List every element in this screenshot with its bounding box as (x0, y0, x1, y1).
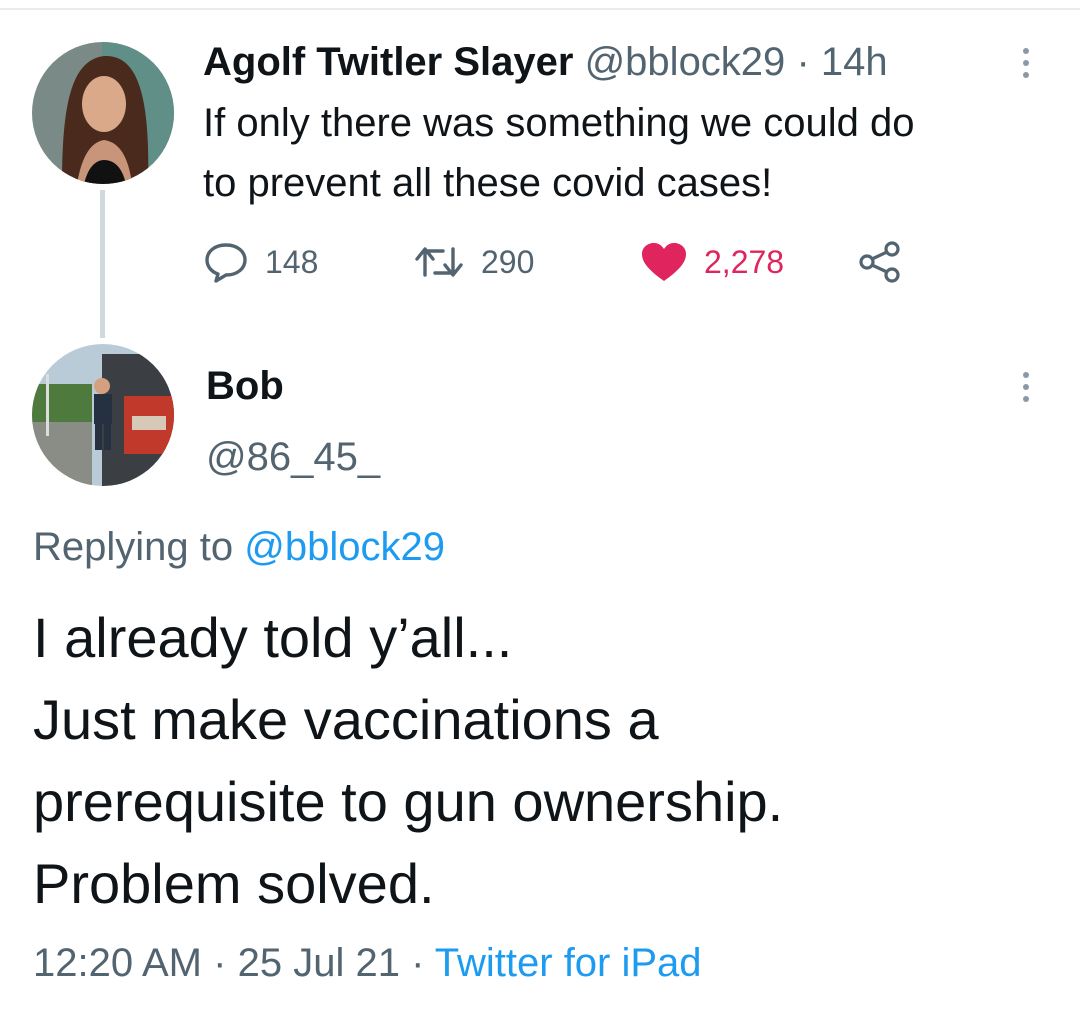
reply-tweet-line: Problem solved. (33, 852, 435, 915)
retweet-button[interactable]: 290 (413, 238, 534, 286)
heart-icon (642, 243, 686, 281)
footer-separator: · (213, 941, 227, 985)
parent-author-avatar[interactable] (32, 42, 174, 184)
retweet-icon (415, 247, 463, 277)
share-icon (859, 241, 900, 283)
reply-author-handle[interactable]: @86_45_ (206, 433, 380, 481)
reply-button[interactable]: 148 (203, 238, 318, 286)
reply-icon (205, 243, 247, 283)
parent-tweet-actions: 148 290 2,278 (203, 238, 943, 286)
parent-author-name[interactable]: Agolf Twitler Slayer (203, 40, 573, 84)
parent-tweet-header: Agolf Twitler Slayer @bblock29 · 14h (203, 38, 888, 86)
reply-tweet-line: I already told y’all... (33, 606, 513, 669)
parent-author-handle[interactable]: @bblock29 (585, 40, 786, 84)
replying-to-link[interactable]: @bblock29 (244, 525, 445, 569)
tweet-source-link[interactable]: Twitter for iPad (435, 941, 702, 985)
parent-tweet-age[interactable]: 14h (821, 40, 888, 84)
replying-to-line: Replying to @bblock29 (33, 523, 445, 571)
tweet-time[interactable]: 12:20 AM (33, 941, 202, 985)
header-separator: · (796, 40, 810, 84)
footer-separator: · (411, 941, 425, 985)
more-icon[interactable] (1014, 48, 1038, 78)
reply-author-name[interactable]: Bob (206, 362, 284, 410)
reply-tweet-line: prerequisite to gun ownership. (33, 770, 784, 833)
share-button[interactable] (858, 238, 902, 286)
parent-tweet-text: If only there was something we could do … (203, 93, 1043, 213)
thread-connector-line (100, 190, 105, 338)
reply-tweet-line: Just make vaccinations a (33, 688, 659, 751)
reply-count: 148 (265, 243, 319, 280)
tweet-date[interactable]: 25 Jul 21 (238, 941, 400, 985)
like-button[interactable]: 2,278 (640, 238, 784, 286)
retweet-count: 290 (481, 243, 535, 280)
parent-tweet-line: to prevent all these covid cases! (203, 161, 773, 205)
top-divider (0, 0, 1080, 10)
parent-tweet-line: If only there was something we could do (203, 101, 915, 145)
like-count: 2,278 (704, 243, 785, 280)
reply-author-avatar[interactable] (32, 344, 174, 486)
reply-tweet-text: I already told y’all... Just make vaccin… (33, 597, 1053, 925)
replying-to-label: Replying to (33, 525, 234, 569)
tweet-timestamp-line: 12:20 AM · 25 Jul 21 · Twitter for iPad (33, 938, 702, 988)
more-icon[interactable] (1014, 372, 1038, 402)
